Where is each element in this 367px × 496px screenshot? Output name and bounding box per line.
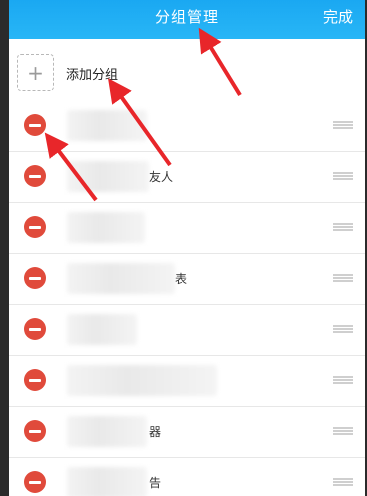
group-name-tail: 友人: [149, 170, 174, 184]
drag-handle-icon[interactable]: [333, 274, 353, 282]
delete-group-icon[interactable]: [24, 114, 46, 136]
nav-bar: 分组管理 完成: [9, 0, 365, 39]
add-group-label: 添加分组: [66, 68, 119, 83]
drag-handle-icon[interactable]: [333, 325, 353, 333]
group-name-tail: 器: [149, 425, 162, 439]
blurred-group-name: [67, 212, 145, 243]
group-name-tail: 告: [149, 476, 162, 490]
delete-group-icon[interactable]: [24, 420, 46, 442]
group-row: 器: [9, 407, 365, 458]
done-button[interactable]: 完成: [323, 6, 353, 27]
group-list: 友人 表 器 告: [9, 101, 365, 496]
group-row: 友人: [9, 152, 365, 203]
group-row: [9, 101, 365, 152]
blurred-group-name: [67, 416, 147, 447]
group-row: 表: [9, 254, 365, 305]
add-group-row[interactable]: + 添加分组: [9, 39, 365, 102]
blurred-group-name: [67, 161, 149, 192]
delete-group-icon[interactable]: [24, 471, 46, 493]
group-name-tail: 表: [175, 272, 188, 286]
delete-group-icon[interactable]: [24, 369, 46, 391]
delete-group-icon[interactable]: [24, 216, 46, 238]
drag-handle-icon[interactable]: [333, 478, 353, 486]
drag-handle-icon[interactable]: [333, 121, 353, 129]
delete-group-icon[interactable]: [24, 267, 46, 289]
page-title: 分组管理: [154, 8, 219, 26]
plus-icon[interactable]: +: [17, 54, 54, 91]
drag-handle-icon[interactable]: [333, 223, 353, 231]
delete-group-icon[interactable]: [24, 318, 46, 340]
group-row: [9, 305, 365, 356]
group-row: [9, 203, 365, 254]
group-row: 告: [9, 458, 365, 496]
phone-screen: 分组管理 完成 + 添加分组 友人 表 器 告: [9, 0, 365, 496]
drag-handle-icon[interactable]: [333, 376, 353, 384]
delete-group-icon[interactable]: [24, 165, 46, 187]
blurred-group-name: [67, 314, 137, 345]
blurred-group-name: [67, 263, 175, 294]
blurred-group-name: [67, 467, 147, 496]
blurred-group-name: [67, 365, 217, 396]
drag-handle-icon[interactable]: [333, 172, 353, 180]
drag-handle-icon[interactable]: [333, 427, 353, 435]
group-row: [9, 356, 365, 407]
blurred-group-name: [67, 110, 147, 141]
